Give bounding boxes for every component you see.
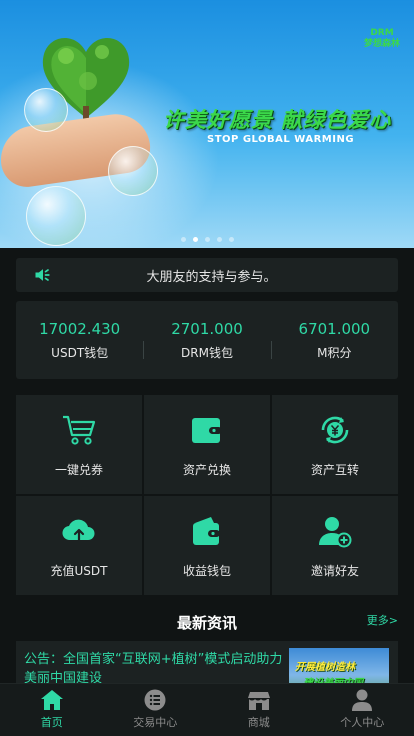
function-grid: 一键兑券 资产兑换 资产互转 充值USDT 收益钱包 邀请好友 xyxy=(16,395,398,595)
banner-carousel[interactable]: 许美好愿景 献绿色爱心 STOP GLOBAL WARMING DRM 梦想森林 xyxy=(0,0,414,248)
news-title: 最新资讯 xyxy=(176,614,237,632)
tab-trade-center[interactable]: 交易中心 xyxy=(104,684,208,736)
banner-logo: DRM 梦想森林 xyxy=(363,28,400,49)
tab-home[interactable]: 首页 xyxy=(0,684,104,736)
balance-label: DRM钱包 xyxy=(181,346,233,360)
balance-usdt[interactable]: 17002.430 USDT钱包 xyxy=(16,319,143,361)
tab-label: 商城 xyxy=(247,716,270,729)
more-link[interactable]: 更多> xyxy=(367,612,398,628)
menu-recharge-usdt[interactable]: 充值USDT xyxy=(16,496,142,595)
carousel-dot[interactable] xyxy=(180,237,186,242)
menu-asset-transfer[interactable]: 资产互转 xyxy=(272,395,398,494)
notice-bar[interactable]: 大朋友的支持与参与。 xyxy=(16,258,398,292)
wallet-icon xyxy=(192,418,222,443)
menu-label: 资产互转 xyxy=(310,463,359,477)
bubble-image xyxy=(108,146,158,196)
menu-invite-friends[interactable]: 邀请好友 xyxy=(272,496,398,595)
tab-label: 首页 xyxy=(40,716,63,729)
bubble-image xyxy=(24,88,68,132)
bottom-tab-bar: 首页 交易中心 商城 个人中心 xyxy=(0,683,414,736)
news-header: 最新资讯 更多> xyxy=(16,612,398,634)
menu-label: 收益钱包 xyxy=(182,564,231,578)
balance-value: 6701.000 xyxy=(298,320,371,338)
menu-label: 资产兑换 xyxy=(182,463,231,477)
tab-label: 交易中心 xyxy=(133,716,178,729)
yuan-exchange-icon xyxy=(321,416,349,444)
balance-points[interactable]: 6701.000 M积分 xyxy=(270,319,398,361)
carousel-dot[interactable] xyxy=(216,237,222,242)
balance-label: USDT钱包 xyxy=(51,346,109,360)
menu-label: 充值USDT xyxy=(50,564,108,578)
banner-slogan: 许美好愿景 献绿色爱心 xyxy=(163,108,392,132)
balance-value: 2701.000 xyxy=(171,320,243,338)
tab-store[interactable]: 商城 xyxy=(207,684,311,736)
home-icon xyxy=(40,690,63,710)
speaker-icon xyxy=(35,269,50,281)
add-user-icon xyxy=(319,517,352,548)
list-icon xyxy=(144,689,166,711)
menu-label: 一键兑券 xyxy=(54,463,103,477)
purse-icon xyxy=(193,517,220,545)
carousel-dot[interactable] xyxy=(228,237,234,242)
carousel-dot-active[interactable] xyxy=(192,237,198,242)
menu-asset-exchange[interactable]: 资产兑换 xyxy=(144,395,270,494)
app-page: 许美好愿景 献绿色爱心 STOP GLOBAL WARMING DRM 梦想森林… xyxy=(0,0,414,736)
user-icon xyxy=(352,689,373,711)
carousel-indicator xyxy=(0,237,414,242)
store-icon xyxy=(247,692,270,710)
menu-label: 邀请好友 xyxy=(310,564,359,578)
balance-drm[interactable]: 2701.000 DRM钱包 xyxy=(143,319,270,361)
tab-profile[interactable]: 个人中心 xyxy=(311,684,414,736)
balance-panel: 17002.430 USDT钱包 2701.000 DRM钱包 6701.000… xyxy=(16,301,398,379)
menu-income-wallet[interactable]: 收益钱包 xyxy=(144,496,270,595)
cart-icon xyxy=(63,415,96,445)
tab-label: 个人中心 xyxy=(340,716,385,729)
notice-text: 大朋友的支持与参与。 xyxy=(146,269,277,285)
balance-label: M积分 xyxy=(317,346,352,360)
carousel-dot[interactable] xyxy=(204,237,210,242)
banner-subtitle: STOP GLOBAL WARMING xyxy=(207,134,355,145)
balance-value: 17002.430 xyxy=(39,320,121,338)
cloud-upload-icon xyxy=(62,519,95,542)
menu-one-click-exchange[interactable]: 一键兑券 xyxy=(16,395,142,494)
